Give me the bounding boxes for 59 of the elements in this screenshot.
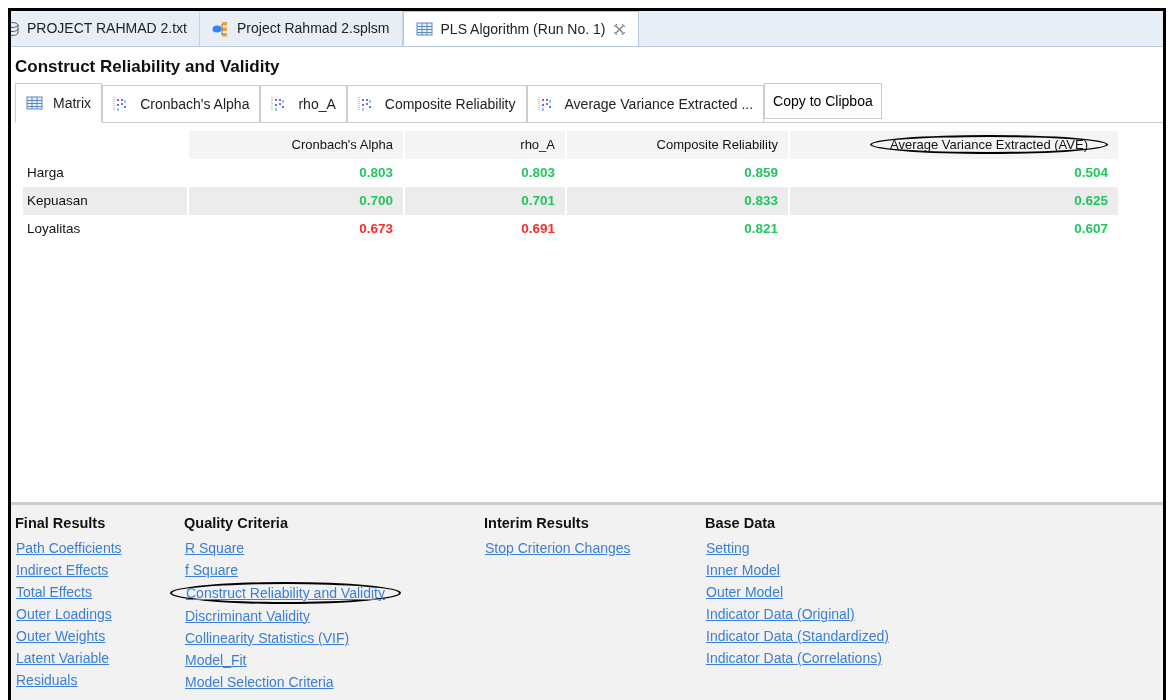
result-link[interactable]: Inner Model (705, 558, 781, 581)
table-icon (415, 21, 433, 37)
db-icon (11, 20, 19, 37)
row-label: Harga (26, 163, 65, 182)
result-link[interactable]: Discriminant Validity (184, 604, 311, 627)
editor-tab[interactable]: PROJECT RAHMAD 2.txt (11, 11, 200, 46)
result-link[interactable]: R Square (184, 536, 246, 559)
result-link[interactable]: Model_Fit (184, 648, 248, 671)
result-link[interactable]: Indicator Data (Original) (705, 602, 856, 625)
result-link[interactable]: Total Effects (15, 580, 93, 603)
result-link[interactable]: f Square (184, 558, 239, 581)
result-link[interactable]: Stop Criterion Changes (484, 536, 632, 559)
view-tab[interactable]: rho_A (260, 85, 347, 123)
result-link[interactable]: Setting (705, 536, 751, 559)
table-cell: 0.625 (790, 187, 1118, 216)
row-label: Loyalitas (26, 220, 82, 239)
editor-tab[interactable]: PLS Algorithm (Run No. 1) (402, 11, 640, 46)
result-link[interactable]: Residuals (15, 668, 79, 691)
table-cell-text: 0.821 (743, 220, 779, 239)
result-link[interactable]: Collinearity Statistics (VIF) (184, 626, 351, 649)
result-link[interactable]: Latent Variable (15, 646, 111, 669)
table-cell-text: 0.803 (358, 163, 394, 182)
diagram-icon (212, 20, 229, 37)
row-label: Kepuasan (23, 187, 187, 216)
result-link[interactable]: Indicator Data (Standardized) (705, 624, 890, 647)
result-link[interactable]: Indicator Data (Correlations) (705, 646, 883, 669)
view-tab[interactable]: Average Variance Extracted ... (526, 85, 765, 123)
column-header: Composite Reliability (567, 131, 788, 159)
table-cell-text: 0.859 (743, 163, 779, 182)
copy-button[interactable]: Copy to Clipboa (764, 83, 882, 120)
table-cell: 0.833 (567, 187, 788, 216)
result-link[interactable]: Path Coefficients (15, 536, 123, 559)
result-link[interactable]: Construct Reliability and Validity (170, 581, 401, 604)
table-cell-text: 0.607 (1073, 220, 1109, 239)
view-tab[interactable]: Cronbach's Alpha (102, 85, 261, 123)
section-heading: Final Results (15, 514, 106, 533)
column-header: Cronbach's Alpha (189, 131, 403, 159)
result-link[interactable]: Indirect Effects (15, 558, 110, 581)
result-link[interactable]: Outer Model (705, 580, 785, 603)
section-heading: Quality Criteria (184, 514, 288, 533)
table-cell-text: 0.673 (358, 220, 394, 239)
section-heading: Base Data (705, 514, 776, 533)
section-heading: Interim Results (484, 514, 589, 533)
result-link[interactable]: Model Selection Criteria (184, 670, 335, 693)
table-cell-text: 0.803 (520, 163, 556, 182)
close-icon[interactable] (613, 22, 627, 36)
page-title: Construct Reliability and Validity (14, 56, 281, 78)
column-header: rho_A (405, 131, 565, 159)
result-link[interactable]: Outer Loadings (15, 602, 113, 625)
table-cell: 0.700 (189, 187, 403, 216)
table-cell-text: 0.504 (1073, 163, 1109, 182)
result-link[interactable]: Outer Weights (15, 624, 107, 647)
table-icon (26, 95, 43, 112)
table-cell: 0.701 (405, 187, 565, 216)
view-tab[interactable]: Composite Reliability (346, 85, 527, 123)
editor-tab[interactable]: Project Rahmad 2.splsm (200, 11, 403, 46)
view-tab[interactable]: Matrix (15, 83, 103, 124)
column-header: Average Variance Extracted (AVE) (790, 131, 1118, 159)
table-cell-text: 0.691 (520, 220, 556, 239)
